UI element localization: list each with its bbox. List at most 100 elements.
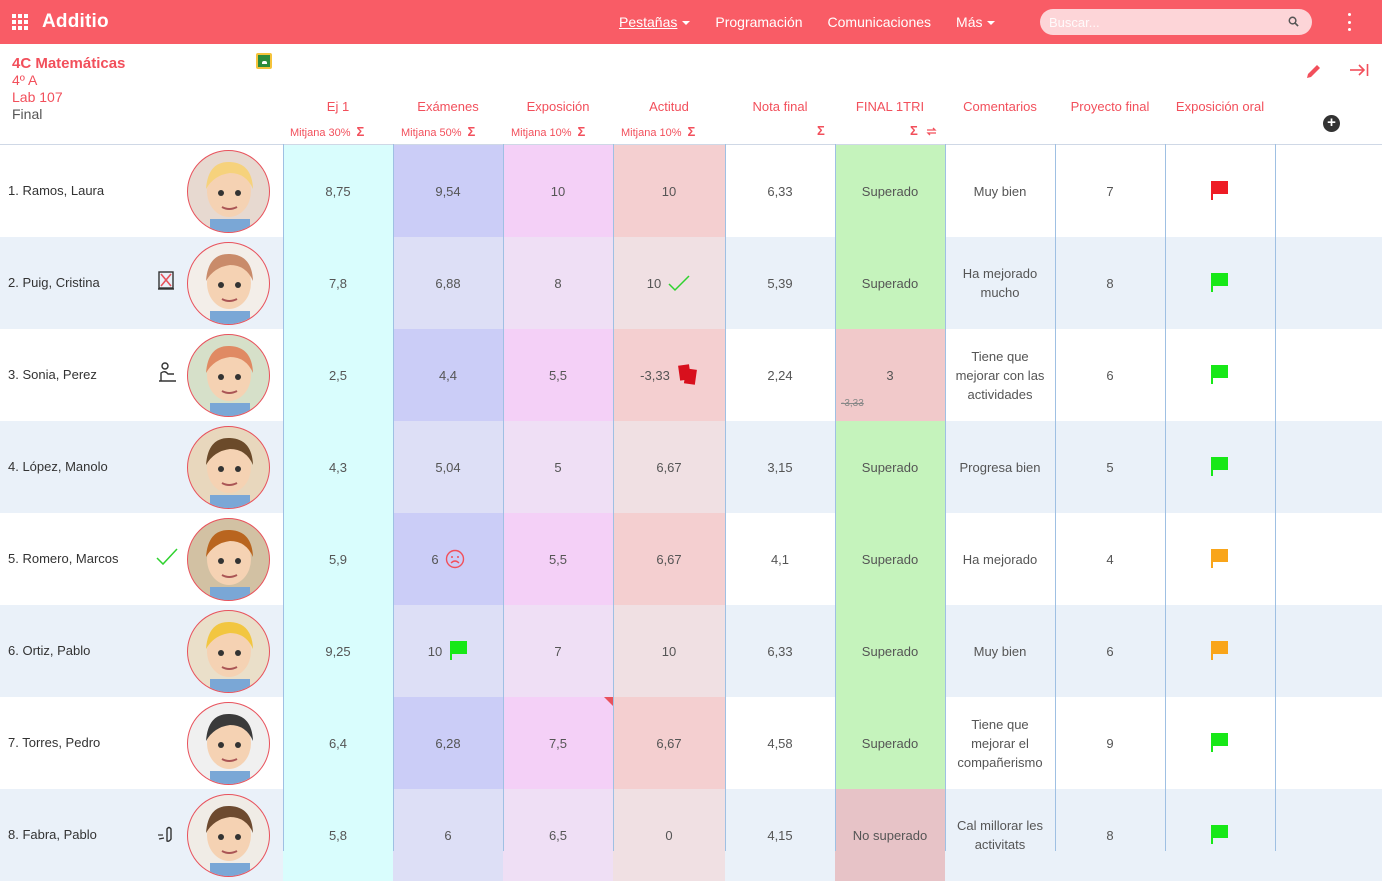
cell-final1tri[interactable]: 3 -3,33 <box>835 329 945 421</box>
cell-nota-final[interactable]: 4,15 <box>725 789 835 881</box>
cell-flag[interactable] <box>1165 789 1275 881</box>
search-input[interactable]: Buscar... <box>1040 9 1312 35</box>
apps-grid-icon[interactable] <box>12 14 28 30</box>
cell-examenes[interactable]: 6 <box>393 789 503 881</box>
student-avatar[interactable] <box>187 702 270 785</box>
cell-exposicion[interactable]: 6,5 <box>503 789 613 881</box>
cell-nota-final[interactable]: 6,33 <box>725 145 835 237</box>
flag-icon[interactable] <box>1211 549 1229 569</box>
cell-actitud[interactable]: -3,33 <box>613 329 725 421</box>
app-name[interactable]: Additio <box>42 11 109 33</box>
col-header-examenes[interactable]: Exámenes <box>393 99 503 114</box>
add-column-icon[interactable]: + <box>1323 115 1340 132</box>
student-name[interactable]: 3. Sonia, Perez <box>8 367 97 382</box>
cell-examenes[interactable]: 4,4 <box>393 329 503 421</box>
cell-ej1[interactable]: 5,8 <box>283 789 393 881</box>
flag-icon[interactable] <box>1211 365 1229 385</box>
cell-proyecto[interactable]: 7 <box>1055 145 1165 237</box>
cell-ej1[interactable]: 8,75 <box>283 145 393 237</box>
cell-ej1[interactable]: 2,5 <box>283 329 393 421</box>
cell-examenes[interactable]: 9,54 <box>393 145 503 237</box>
cell-ej1[interactable]: 7,8 <box>283 237 393 329</box>
edit-pencil-icon[interactable] <box>1305 62 1323 80</box>
cell-nota-final[interactable]: 2,24 <box>725 329 835 421</box>
flag-icon[interactable] <box>1211 273 1229 293</box>
cell-examenes[interactable]: 6,28 <box>393 697 503 789</box>
student-avatar[interactable] <box>187 426 270 509</box>
cell-final1tri[interactable]: Superado <box>835 421 945 513</box>
student-avatar[interactable] <box>187 150 270 233</box>
cell-exposicion[interactable]: 5,5 <box>503 329 613 421</box>
google-classroom-icon[interactable] <box>256 53 272 69</box>
cell-examenes[interactable]: 6 <box>393 513 503 605</box>
col-sub-examenes[interactable]: Mitjana 50% Σ <box>401 124 475 139</box>
student-at-desk-icon[interactable] <box>155 361 179 385</box>
cell-comentarios[interactable]: Muy bien <box>945 145 1055 237</box>
cell-exposicion[interactable]: 5,5 <box>503 513 613 605</box>
col-header-exposicion[interactable]: Exposición <box>503 99 613 114</box>
cell-final1tri[interactable]: Superado <box>835 145 945 237</box>
cell-flag[interactable] <box>1165 237 1275 329</box>
student-name[interactable]: 1. Ramos, Laura <box>8 183 104 198</box>
cell-actitud[interactable]: 10 <box>613 145 725 237</box>
student-name[interactable]: 4. López, Manolo <box>8 459 108 474</box>
collapse-arrow-icon[interactable] <box>1349 62 1369 78</box>
sigma-icon[interactable]: Σ <box>817 123 825 138</box>
cell-proyecto[interactable]: 6 <box>1055 329 1165 421</box>
cell-flag[interactable] <box>1165 421 1275 513</box>
nav-mas[interactable]: Más <box>956 14 996 30</box>
raised-hand-icon[interactable] <box>155 821 179 845</box>
cell-proyecto[interactable]: 4 <box>1055 513 1165 605</box>
col-sub-ej1[interactable]: Mitjana 30% Σ <box>290 124 364 139</box>
cell-actitud[interactable]: 10 <box>613 605 725 697</box>
more-options-icon[interactable] <box>1348 13 1352 31</box>
sigma-icon[interactable]: Σ <box>468 124 476 139</box>
cell-comentarios[interactable]: Ha mejorado mucho <box>945 237 1055 329</box>
absence-icon[interactable] <box>155 269 179 293</box>
cell-final1tri[interactable]: Superado <box>835 513 945 605</box>
cell-comentarios[interactable]: Cal millorar les activitats <box>945 789 1055 881</box>
col-sub-actitud[interactable]: Mitjana 10% Σ <box>621 124 695 139</box>
col-header-actitud[interactable]: Actitud <box>613 99 725 114</box>
cell-proyecto[interactable]: 8 <box>1055 237 1165 329</box>
sigma-icon[interactable]: Σ <box>688 124 696 139</box>
cell-comentarios[interactable]: Muy bien <box>945 605 1055 697</box>
nav-comunicaciones[interactable]: Comunicaciones <box>828 14 932 30</box>
cell-proyecto[interactable]: 8 <box>1055 789 1165 881</box>
repeat-icon[interactable] <box>925 126 938 137</box>
cell-exposicion[interactable]: 7,5 <box>503 697 613 789</box>
cell-flag[interactable] <box>1165 697 1275 789</box>
student-avatar[interactable] <box>187 334 270 417</box>
cell-comentarios[interactable]: Tiene que mejorar con las actividades <box>945 329 1055 421</box>
cell-proyecto[interactable]: 5 <box>1055 421 1165 513</box>
cell-final1tri[interactable]: Superado <box>835 237 945 329</box>
student-name[interactable]: 8. Fabra, Pablo <box>8 827 97 842</box>
student-name[interactable]: 2. Puig, Cristina <box>8 275 100 290</box>
cell-flag[interactable] <box>1165 605 1275 697</box>
cell-exposicion[interactable]: 8 <box>503 237 613 329</box>
cell-exposicion[interactable]: 7 <box>503 605 613 697</box>
cell-final1tri[interactable]: Superado <box>835 697 945 789</box>
flag-icon[interactable] <box>1211 457 1229 477</box>
cell-comentarios[interactable]: Tiene que mejorar el compañerismo <box>945 697 1055 789</box>
student-name[interactable]: 7. Torres, Pedro <box>8 735 100 750</box>
cell-ej1[interactable]: 5,9 <box>283 513 393 605</box>
sigma-icon[interactable]: Σ <box>910 123 918 138</box>
cell-comentarios[interactable]: Progresa bien <box>945 421 1055 513</box>
cell-ej1[interactable]: 4,3 <box>283 421 393 513</box>
cell-actitud[interactable]: 0 <box>613 789 725 881</box>
nav-programacion[interactable]: Programación <box>715 14 802 30</box>
col-header-exposicion-oral[interactable]: Exposición oral <box>1165 99 1275 114</box>
flag-icon[interactable] <box>1211 733 1229 753</box>
cell-flag[interactable] <box>1165 513 1275 605</box>
col-header-ej1[interactable]: Ej 1 <box>283 99 393 114</box>
sigma-icon[interactable]: Σ <box>357 124 365 139</box>
cell-ej1[interactable]: 6,4 <box>283 697 393 789</box>
student-avatar[interactable] <box>187 794 270 877</box>
student-avatar[interactable] <box>187 242 270 325</box>
cell-flag[interactable] <box>1165 145 1275 237</box>
cell-exposicion[interactable]: 10 <box>503 145 613 237</box>
brand[interactable]: Additio <box>12 11 109 33</box>
cell-nota-final[interactable]: 4,1 <box>725 513 835 605</box>
col-header-nota-final[interactable]: Nota final <box>725 99 835 114</box>
